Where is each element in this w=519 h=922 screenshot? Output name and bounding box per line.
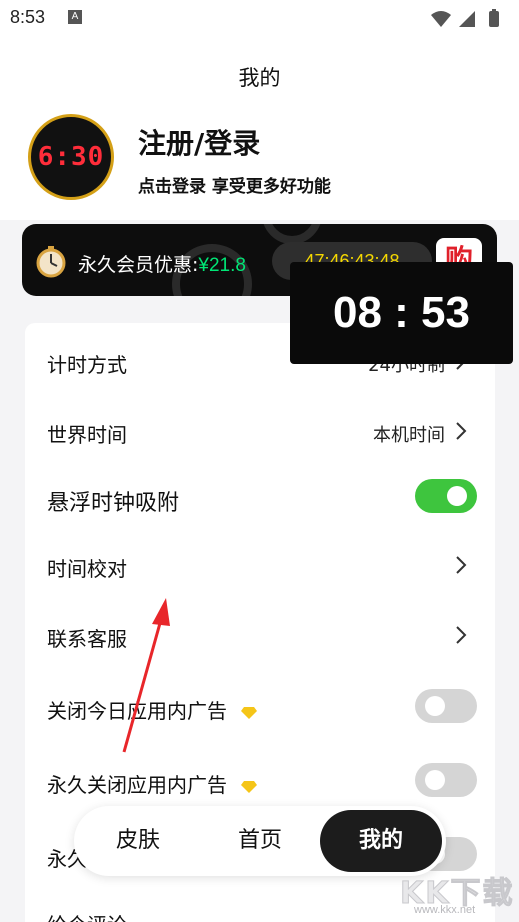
setting-float-attach: 悬浮时钟吸附 [47,477,477,517]
chevron-right-icon [456,422,467,440]
status-bar: 8:53 A [0,0,519,36]
vip-gem-icon [241,780,258,793]
setting-label: 时间校对 [47,557,127,581]
setting-label: 世界时间 [47,423,127,447]
nav-mine[interactable]: 我的 [320,810,442,872]
setting-label: 悬浮时钟吸附 [47,491,180,516]
login-subtitle: 点击登录 享受更多好功能 [138,177,331,197]
setting-value: 本机时间 [373,425,445,446]
vip-offer-text: 永久会员优惠:¥21.8 [78,250,246,277]
setting-label-wrap: 永久关闭应用内广告 [47,769,258,798]
avatar[interactable]: 6:30 [28,114,114,200]
stopwatch-icon [36,246,66,278]
status-icons [429,9,509,33]
setting-close-ads-forever: 永久关闭应用内广告 [47,761,477,801]
toggle-knob [447,486,467,506]
floating-clock[interactable]: 08 : 53 [290,262,513,364]
nav-skin[interactable]: 皮肤 [96,806,180,876]
close-ads-forever-toggle[interactable] [415,763,477,797]
banner-decoration [262,224,322,244]
wifi-icon [431,9,499,27]
toggle-knob [425,770,445,790]
setting-label: 给个评论 [47,909,127,922]
setting-label-wrap: 关闭今日应用内广告 [47,695,258,724]
setting-label: 计时方式 [47,353,127,377]
battery-icon [489,11,499,27]
setting-world-time[interactable]: 世界时间 本机时间 [47,411,477,451]
avatar-clock-text: 6:30 [37,142,105,172]
bottom-nav: 皮肤 首页 我的 [74,806,446,876]
close-ads-today-toggle[interactable] [415,689,477,723]
watermark-url: www.kkx.net [414,904,476,916]
setting-label: 关闭今日应用内广告 [47,699,227,723]
profile-section[interactable]: 6:30 注册/登录 点击登录 享受更多好功能 [0,104,519,220]
float-attach-toggle[interactable] [415,479,477,513]
login-title[interactable]: 注册/登录 [138,122,260,162]
vip-label: 永久会员优惠: [78,254,199,276]
vip-price: ¥21.8 [198,255,246,276]
notification-icon: A [68,10,82,24]
vip-gem-icon [241,706,258,719]
chevron-right-icon [456,626,467,644]
page-title: 我的 [238,66,281,90]
setting-time-calibration[interactable]: 时间校对 [47,545,477,585]
nav-home[interactable]: 首页 [218,806,302,876]
setting-customer-service[interactable]: 联系客服 [47,615,477,655]
setting-label: 永久关闭应用内广告 [47,773,227,797]
chevron-right-icon [456,556,467,574]
signal-icon [459,11,475,27]
watermark: KK下载 www.kkx.net [400,868,515,920]
setting-close-ads-today: 关闭今日应用内广告 [47,687,477,727]
setting-label: 联系客服 [47,627,127,651]
toggle-knob [425,696,445,716]
status-time: 8:53 [10,7,46,27]
